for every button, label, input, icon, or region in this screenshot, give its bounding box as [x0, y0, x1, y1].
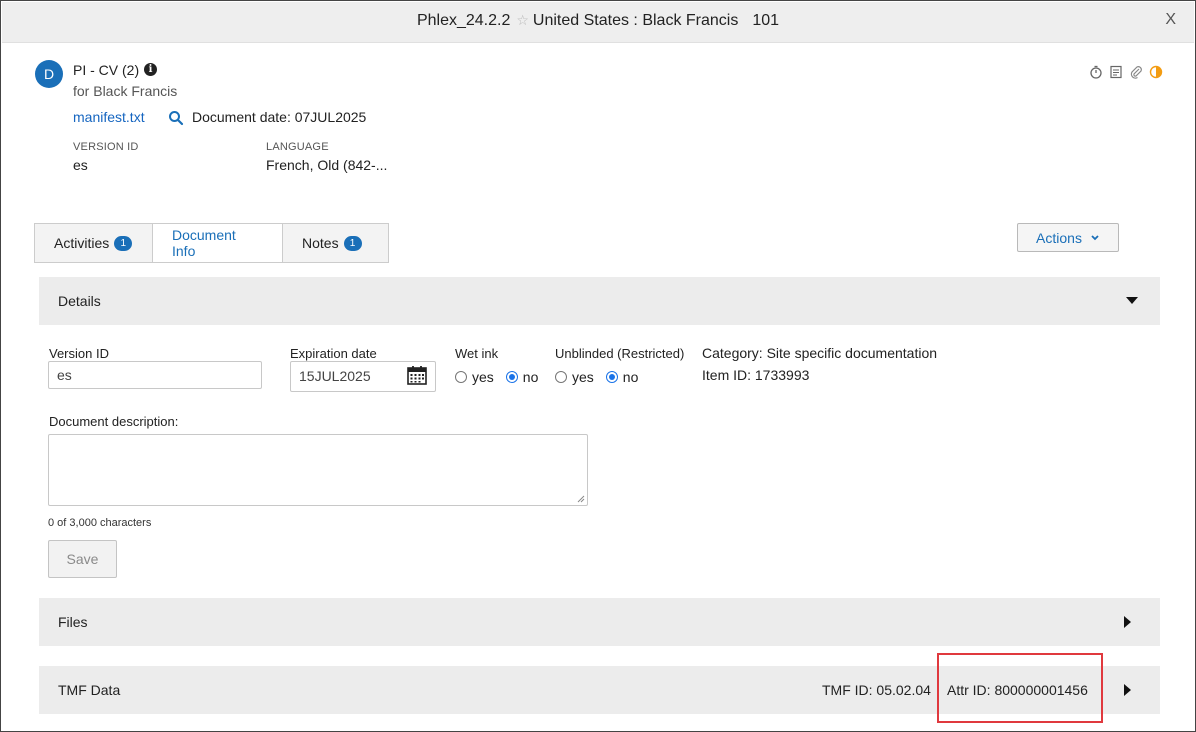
tab-activities-label: Activities [54, 235, 110, 251]
document-subtitle: for Black Francis [73, 83, 178, 99]
calendar-icon[interactable] [406, 364, 428, 386]
version-id-heading: VERSION ID [73, 141, 139, 153]
unblinded-no-label: no [622, 369, 639, 385]
document-title: PI - CV (2) [73, 62, 140, 78]
actions-label: Actions [1036, 229, 1082, 246]
wet-ink-label: Wet ink [455, 346, 499, 361]
document-date: Document date: 07JUL2025 [192, 109, 367, 125]
paperclip-icon[interactable] [1129, 65, 1143, 79]
activities-count-badge: 1 [114, 235, 133, 251]
wet-ink-yes-label: yes [472, 369, 494, 385]
half-circle-status-icon[interactable] [1149, 65, 1163, 79]
collapse-triangle-icon[interactable] [1126, 297, 1138, 304]
save-button[interactable]: Save [48, 540, 117, 578]
app-version: Phlex_24.2.2 [416, 12, 511, 29]
unblinded-radio-group: yes no [555, 369, 650, 385]
files-section-header[interactable]: Files [39, 598, 1160, 646]
chevron-down-icon [1091, 234, 1099, 240]
description-textarea[interactable] [48, 434, 588, 506]
note-icon[interactable] [1109, 65, 1123, 79]
unblinded-yes-label: yes [572, 369, 594, 385]
tab-notes-label: Notes [302, 235, 339, 251]
character-count: 0 of 3,000 characters [48, 517, 152, 529]
dialog-title-bar: Phlex_24.2.2 ☆ United States : Black Franc… [2, 2, 1194, 43]
file-link[interactable]: manifest.txt [73, 109, 145, 125]
document-dialog: Phlex_24.2.2 ☆ United States : Black Franc… [0, 0, 1196, 732]
favorite-star-icon[interactable]: ☆ [516, 12, 529, 28]
expand-triangle-icon[interactable] [1124, 616, 1131, 628]
version-id-input[interactable]: es [48, 361, 262, 389]
actions-dropdown-button[interactable]: Actions [1017, 223, 1119, 252]
tmf-id-text: TMF ID: 05.02.04 [822, 682, 931, 698]
context-number: 101 [752, 12, 780, 29]
details-section-header[interactable]: Details [39, 277, 1160, 325]
tab-activities[interactable]: Activities 1 [35, 224, 153, 262]
wet-ink-no-label: no [522, 369, 539, 385]
attr-id-highlight-box [937, 653, 1103, 723]
unblinded-no-radio[interactable] [605, 371, 618, 383]
language-heading: LANGUAGE [266, 141, 329, 153]
resize-handle-icon[interactable] [577, 495, 585, 503]
tab-bar: Activities 1 Document Info Notes 1 [34, 223, 389, 263]
avatar: D [35, 60, 63, 88]
tab-document-info-label: Document Info [172, 227, 236, 259]
dialog-title: Phlex_24.2.2 ☆ United States : Black Franc… [2, 12, 1194, 30]
study-context: United States : Black Francis [532, 12, 739, 29]
version-id-value: es [73, 157, 88, 173]
search-icon[interactable] [168, 110, 184, 126]
details-section-label: Details [58, 293, 101, 309]
tab-notes[interactable]: Notes 1 [283, 224, 388, 262]
description-label: Document description: [49, 414, 179, 429]
timer-icon[interactable] [1089, 65, 1103, 79]
info-icon[interactable]: i [144, 63, 157, 76]
expiration-date-label: Expiration date [290, 346, 377, 361]
wet-ink-yes-radio[interactable] [455, 371, 467, 383]
tab-document-info[interactable]: Document Info [153, 224, 283, 262]
notes-count-badge: 1 [343, 235, 362, 251]
language-value: French, Old (842-... [266, 157, 388, 173]
unblinded-yes-radio[interactable] [555, 371, 567, 383]
category-text: Category: Site specific documentation [702, 345, 938, 361]
files-section-label: Files [58, 614, 88, 630]
unblinded-label: Unblinded (Restricted) [555, 346, 685, 361]
item-id-text: Item ID: 1733993 [702, 367, 810, 383]
wet-ink-radio-group: yes no [455, 369, 550, 385]
tmf-data-section-label: TMF Data [58, 682, 121, 698]
expand-triangle-icon[interactable] [1124, 684, 1131, 696]
wet-ink-no-radio[interactable] [505, 371, 518, 383]
close-button[interactable]: X [1165, 11, 1176, 29]
version-id-label: Version ID [49, 346, 109, 361]
header-icon-group [1089, 64, 1163, 80]
